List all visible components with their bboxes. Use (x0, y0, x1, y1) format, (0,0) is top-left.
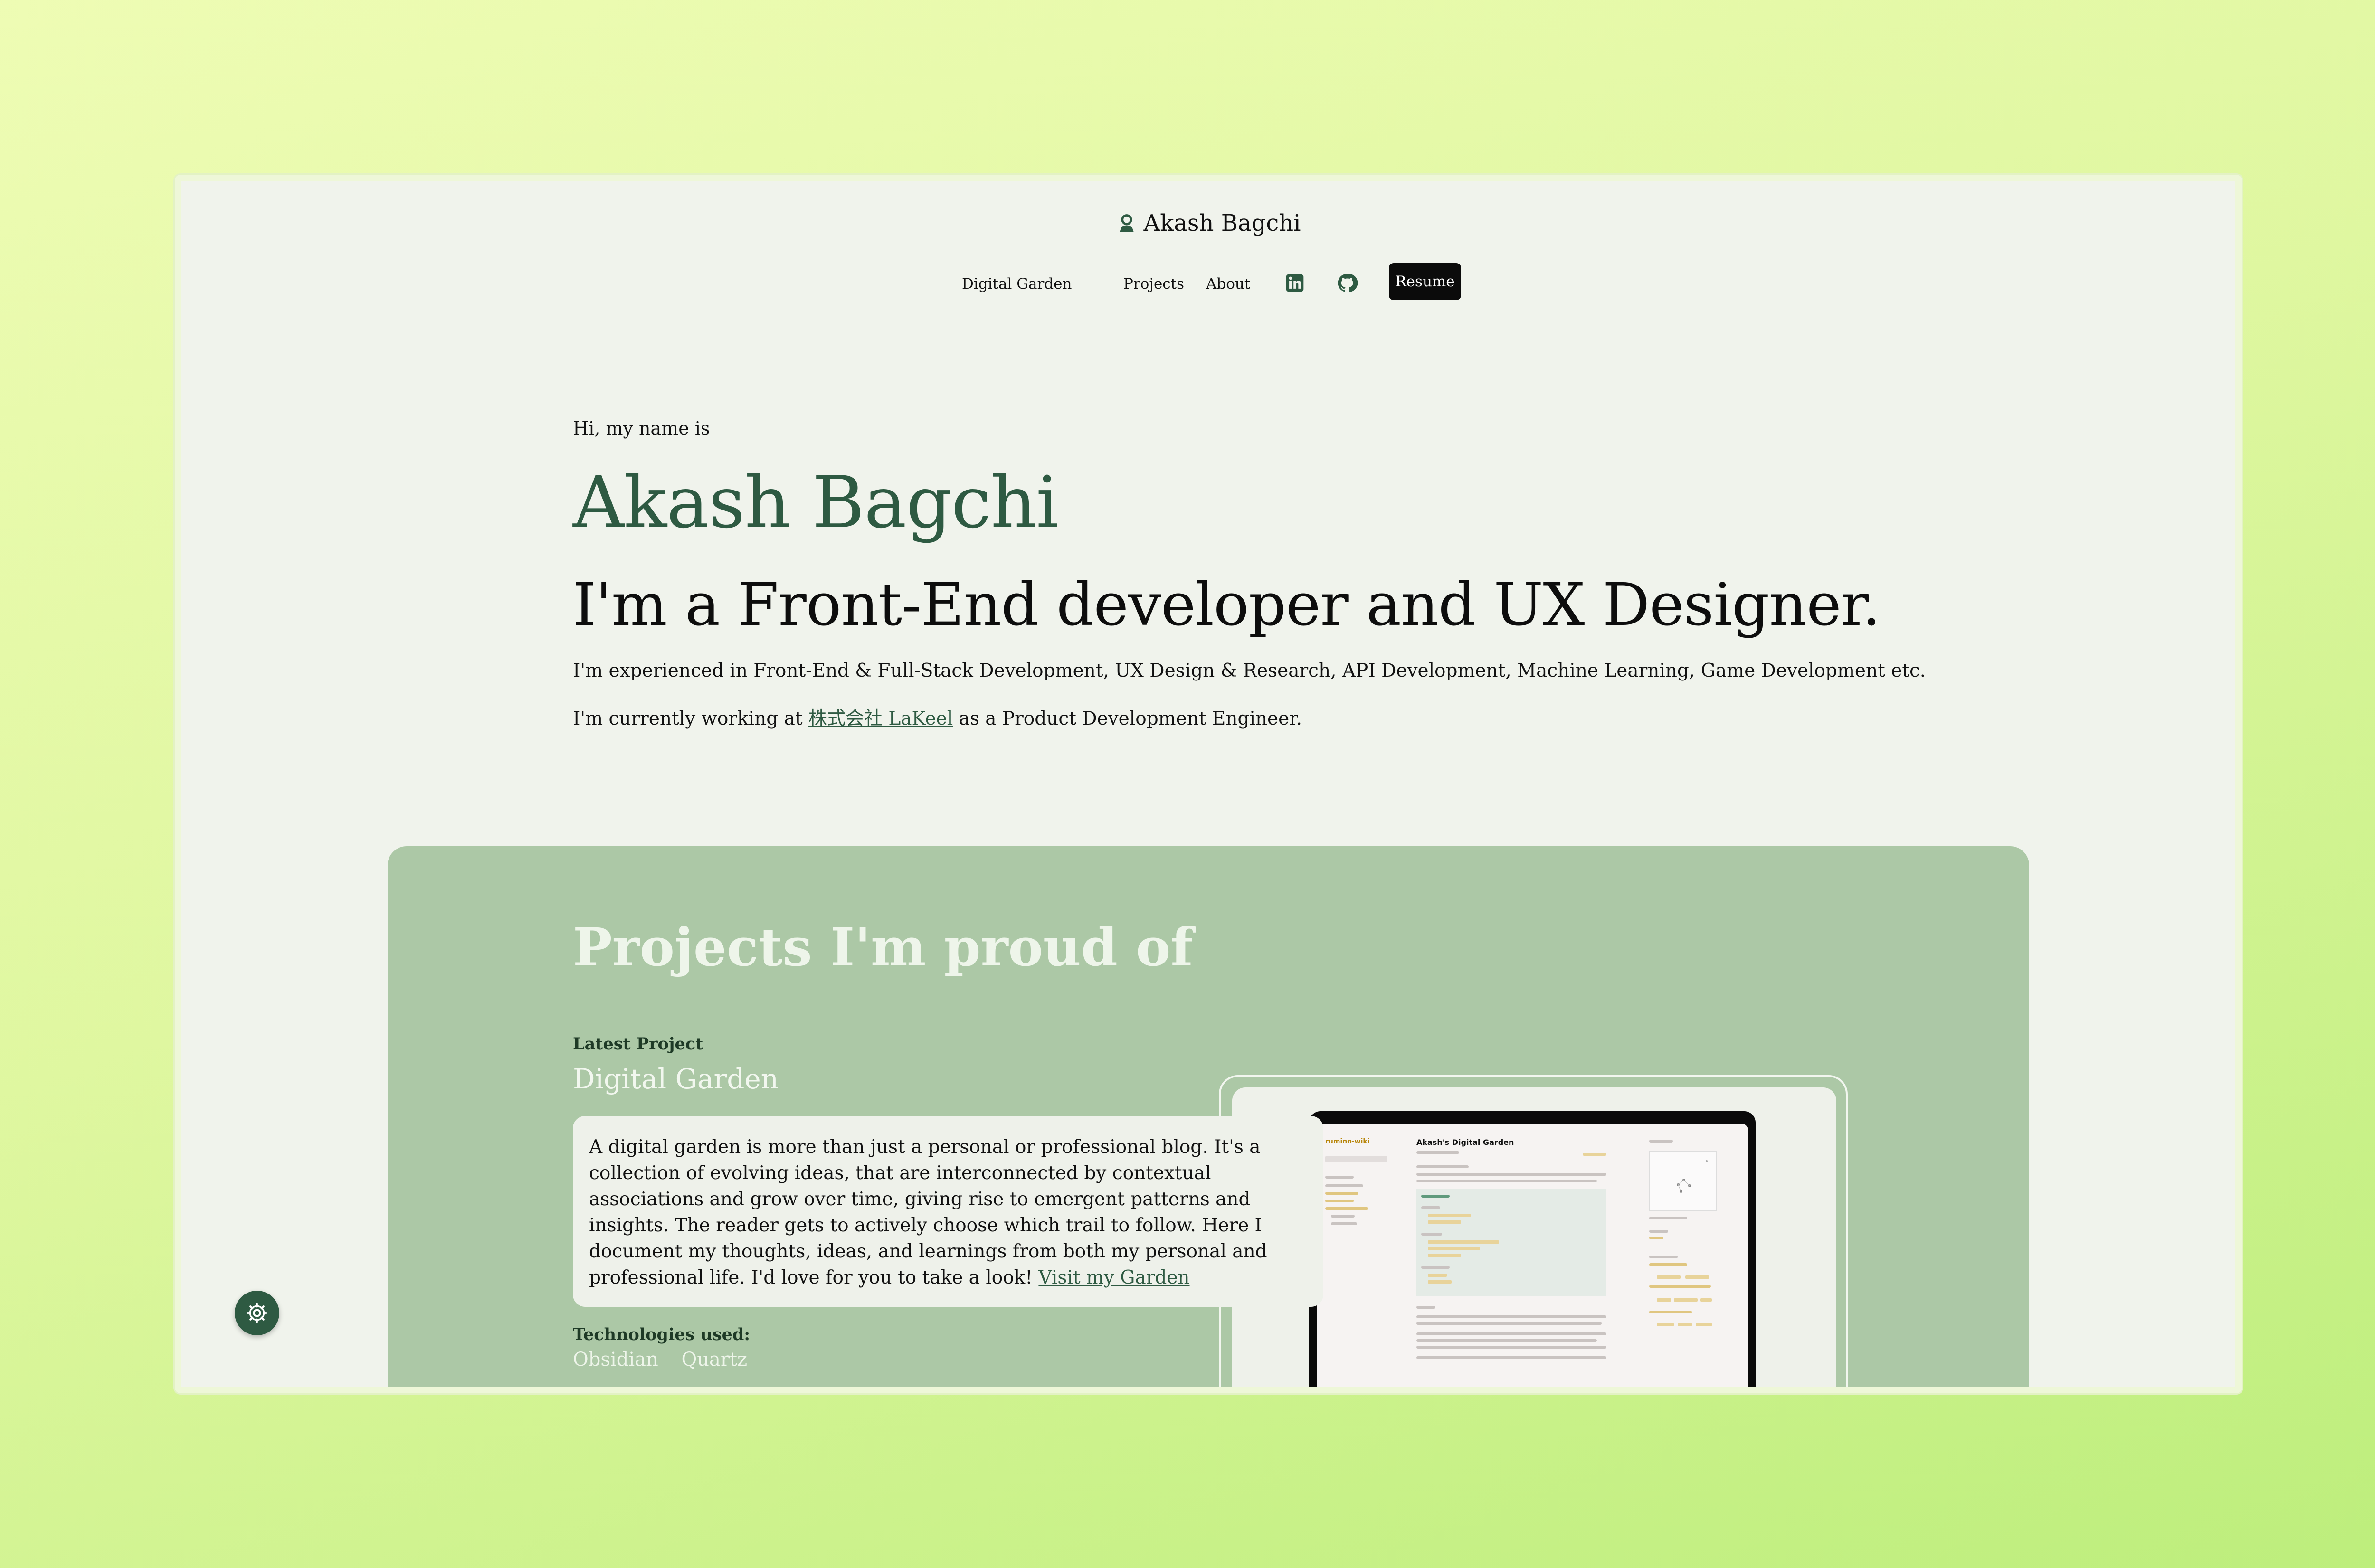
resume-button[interactable]: Resume (1389, 263, 1461, 300)
settings-button[interactable] (235, 1291, 279, 1335)
technology-item: Obsidian (573, 1349, 658, 1370)
hero-headline: I'm a Front-End developer and UX Designe… (573, 571, 1881, 639)
work-suffix: as a Product Development Engineer. (953, 708, 1302, 729)
company-link[interactable]: 株式会社 LaKeel (808, 708, 953, 729)
nav-digital-garden[interactable]: Digital Garden (962, 275, 1072, 293)
work-text: I'm currently working at 株式会社 LaKeel as … (573, 704, 1302, 730)
project-name[interactable]: Digital Garden (573, 1063, 779, 1095)
nav-about[interactable]: About (1206, 275, 1250, 293)
github-icon[interactable] (1337, 273, 1358, 293)
preview-callout (1416, 1189, 1606, 1296)
technologies-list: Obsidian Quartz (573, 1349, 764, 1370)
person-icon (1119, 214, 1134, 232)
technology-item: Quartz (681, 1349, 748, 1370)
hero-name: Akash Bagchi (573, 462, 1059, 544)
gear-icon (247, 1303, 267, 1323)
laptop-screen: rumino-wiki Akash's Digital Garden (1317, 1124, 1748, 1387)
experience-text: I'm experienced in Front-End & Full-Stac… (573, 660, 1926, 681)
laptop-notch (1504, 1111, 1561, 1124)
site-brand[interactable]: Akash Bagchi (181, 210, 2235, 236)
projects-title: Projects I'm proud of (573, 916, 1193, 978)
projects-section: Projects I'm proud of Latest Project Dig… (388, 846, 2029, 1387)
preview-site-name: rumino-wiki (1325, 1138, 1370, 1145)
brand-name: Akash Bagchi (1143, 210, 1301, 236)
work-prefix: I'm currently working at (573, 708, 808, 729)
linkedin-icon[interactable] (1284, 273, 1305, 293)
project-screenshot[interactable]: rumino-wiki Akash's Digital Garden (1309, 1111, 1756, 1387)
browser-viewport: Akash Bagchi Digital Garden Projects Abo… (175, 175, 2242, 1393)
latest-project-label: Latest Project (573, 1034, 703, 1054)
preview-page-title: Akash's Digital Garden (1416, 1138, 1514, 1147)
project-description: A digital garden is more than just a per… (589, 1136, 1267, 1288)
preview-graph-view (1649, 1151, 1717, 1211)
technologies-label: Technologies used: (573, 1325, 750, 1344)
nav-projects[interactable]: Projects (1123, 275, 1184, 293)
visit-garden-link[interactable]: Visit my Garden (1038, 1267, 1189, 1288)
greeting-text: Hi, my name is (573, 418, 710, 439)
project-description-card: A digital garden is more than just a per… (573, 1116, 1323, 1307)
